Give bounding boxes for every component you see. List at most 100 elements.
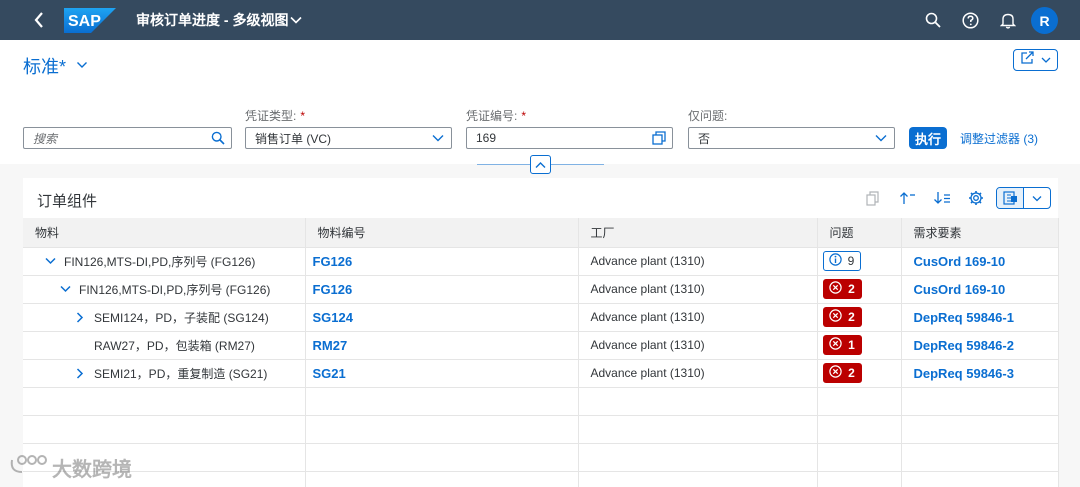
sap-logo-text: SAP — [68, 13, 101, 30]
column-header-plant[interactable]: 工厂 — [578, 218, 818, 248]
material-number-link[interactable]: RM27 — [305, 331, 579, 360]
empty-table-row — [23, 387, 1059, 416]
share-button[interactable] — [1013, 49, 1058, 71]
settings-gear-icon[interactable] — [964, 187, 988, 209]
error-issues-button[interactable]: 2 — [822, 307, 862, 327]
material-number-link[interactable]: SG124 — [305, 303, 579, 332]
collapse-all-icon[interactable] — [896, 187, 920, 209]
watermark: 大数跨境 — [8, 452, 132, 482]
collapse-header-button[interactable] — [530, 155, 551, 174]
cell-plant: Advance plant (1310) — [578, 275, 818, 304]
empty-cell — [901, 415, 1059, 444]
requirement-element-link[interactable]: DepReq 59846-3 — [901, 359, 1059, 388]
material-number-link[interactable]: FG126 — [305, 247, 579, 276]
requirement-element-link[interactable]: DepReq 59846-2 — [901, 331, 1059, 360]
column-header-material[interactable]: 物料 — [23, 218, 306, 248]
share-icon — [1020, 51, 1035, 69]
chevron-down-icon[interactable] — [1024, 188, 1050, 208]
empty-cell — [305, 443, 579, 472]
export-icon[interactable] — [997, 188, 1024, 208]
cell-material: FIN126,MTS-DI,PD,序列号 (FG126) — [23, 247, 306, 276]
material-text: RAW27，PD，包装箱 (RM27) — [94, 338, 255, 353]
cell-plant: Advance plant (1310) — [578, 331, 818, 360]
material-number-link[interactable]: FG126 — [305, 275, 579, 304]
empty-cell — [23, 415, 306, 444]
table-row[interactable]: RAW27，PD，包装箱 (RM27) RM27 Advance plant (13… — [23, 331, 1059, 360]
search-icon[interactable] — [922, 9, 944, 31]
back-icon[interactable] — [28, 8, 50, 32]
chevron-down-icon[interactable] — [43, 254, 57, 268]
voucher-type-label: 凭证类型: * — [245, 109, 306, 123]
empty-cell — [305, 471, 579, 487]
error-issues-button[interactable]: 2 — [822, 279, 862, 299]
search-input[interactable]: 搜索 — [23, 127, 232, 149]
cell-material: SEMI21，PD，重复制造 (SG21) — [23, 359, 306, 388]
export-segmented-button[interactable] — [996, 187, 1051, 209]
variant-selector[interactable]: 标准* — [23, 53, 66, 79]
empty-table-row — [23, 415, 1059, 444]
cell-plant: Advance plant (1310) — [578, 359, 818, 388]
app-title[interactable]: 审核订单进度 - 多级视图 — [136, 10, 288, 30]
user-avatar[interactable]: R — [1031, 7, 1058, 34]
empty-cell — [817, 471, 902, 487]
issues-only-select[interactable]: 否 — [688, 127, 895, 149]
empty-cell — [578, 471, 818, 487]
issue-count: 2 — [848, 366, 855, 380]
empty-cell — [578, 387, 818, 416]
chevron-right-icon[interactable] — [73, 310, 87, 324]
cell-plant: Advance plant (1310) — [578, 247, 818, 276]
cell-material: FIN126,MTS-DI,PD,序列号 (FG126) — [23, 275, 306, 304]
issues-only-value: 否 — [698, 131, 711, 146]
column-header-requirement[interactable]: 需求要素 — [901, 218, 1059, 248]
sap-logo[interactable]: SAP — [64, 8, 116, 33]
cell-material: RAW27，PD，包装箱 (RM27) — [23, 331, 306, 360]
table-row[interactable]: SEMI21，PD，重复制造 (SG21) SG21 Advance plant (… — [23, 359, 1059, 388]
shell-bar: SAP 审核订单进度 - 多级视图 R — [0, 0, 1080, 40]
value-help-icon[interactable] — [646, 128, 672, 148]
chevron-down-icon[interactable] — [290, 13, 302, 31]
voucher-type-value: 销售订单 (VC) — [255, 131, 331, 146]
empty-cell — [817, 415, 902, 444]
voucher-number-value: 169 — [476, 131, 497, 145]
chevron-down-icon — [1041, 51, 1051, 69]
expand-all-icon[interactable] — [930, 187, 954, 209]
notification-bell-icon[interactable] — [997, 9, 1019, 31]
error-issues-button[interactable]: 2 — [822, 363, 862, 383]
error-icon — [829, 365, 842, 381]
cell-issues: 1 — [817, 331, 902, 360]
column-header-issues[interactable]: 问题 — [817, 218, 902, 248]
cell-issues: 9 — [817, 247, 902, 276]
cell-issues: 2 — [817, 275, 902, 304]
adapt-filters-link[interactable]: 调整过滤器 (3) — [960, 130, 1038, 147]
search-icon[interactable] — [205, 128, 231, 148]
material-text: FIN126,MTS-DI,PD,序列号 (FG126) — [64, 254, 256, 269]
requirement-element-link[interactable]: CusOrd 169-10 — [901, 247, 1059, 276]
order-components-table: 物料 物料编号 工厂 问题 需求要素 FIN126,MTS-DI,PD,序列号 … — [23, 218, 1059, 487]
chevron-down-icon[interactable] — [76, 58, 88, 76]
error-issues-button[interactable]: 1 — [822, 335, 862, 355]
chevron-down-icon[interactable] — [58, 282, 72, 296]
chevron-down-icon[interactable] — [868, 128, 894, 148]
material-text: FIN126,MTS-DI,PD,序列号 (FG126) — [79, 282, 271, 297]
table-row[interactable]: FIN126,MTS-DI,PD,序列号 (FG126) FG126 Advance… — [23, 275, 1059, 304]
table-row[interactable]: SEMI124，PD，子装配 (SG124) SG124 Advance plant… — [23, 303, 1059, 332]
voucher-number-label: 凭证编号: * — [466, 109, 527, 123]
empty-table-row — [23, 471, 1059, 487]
chevron-down-icon[interactable] — [425, 128, 451, 148]
help-icon[interactable] — [959, 9, 981, 31]
chevron-right-icon[interactable] — [73, 366, 87, 380]
copy-icon[interactable] — [861, 187, 885, 209]
info-issues-button[interactable]: 9 — [822, 251, 861, 271]
voucher-number-input[interactable]: 169 — [466, 127, 673, 149]
empty-cell — [901, 471, 1059, 487]
execute-button[interactable]: 执行 — [909, 127, 947, 149]
table-row[interactable]: FIN126,MTS-DI,PD,序列号 (FG126) FG126 Advance… — [23, 247, 1059, 276]
material-number-link[interactable]: SG21 — [305, 359, 579, 388]
requirement-element-link[interactable]: DepReq 59846-1 — [901, 303, 1059, 332]
issue-count: 2 — [848, 282, 855, 296]
requirement-element-link[interactable]: CusOrd 169-10 — [901, 275, 1059, 304]
empty-cell — [901, 387, 1059, 416]
voucher-type-select[interactable]: 销售订单 (VC) — [245, 127, 452, 149]
column-header-material-number[interactable]: 物料编号 — [305, 218, 579, 248]
